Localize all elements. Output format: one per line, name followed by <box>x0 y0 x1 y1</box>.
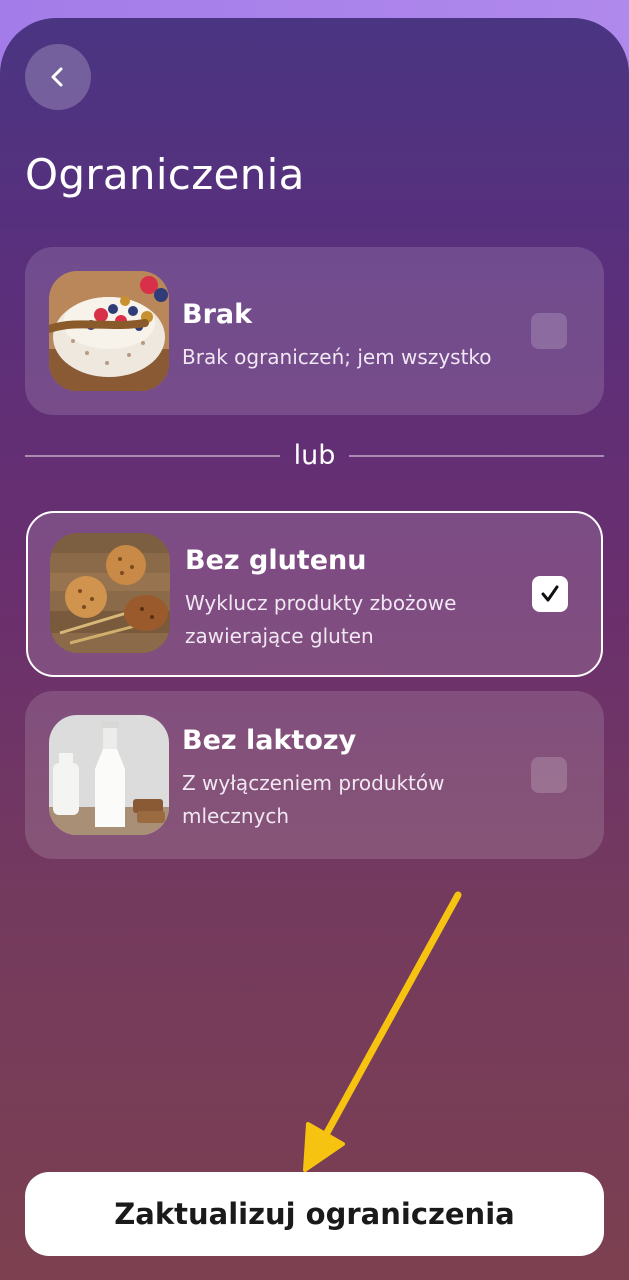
milk-bottles-image <box>49 715 169 835</box>
option-description: Wyklucz produkty zbożowe zawierające glu… <box>185 591 457 648</box>
option-title: Bez glutenu <box>185 545 367 576</box>
cookies-wheat-image <box>50 533 170 653</box>
option-card-gluten-free[interactable]: Bez glutenu Wyklucz produkty zbożowe zaw… <box>26 511 603 677</box>
option-title: Brak <box>182 299 253 330</box>
checkmark-icon <box>541 585 559 602</box>
back-button[interactable] <box>25 44 91 110</box>
or-separator: lub <box>25 436 604 476</box>
page-title: Ograniczenia <box>25 150 305 199</box>
option-checkbox[interactable] <box>531 757 567 793</box>
option-description: Z wyłączeniem produktów mlecznych <box>182 771 445 828</box>
divider-right <box>349 455 604 457</box>
porridge-bowl-image <box>49 271 169 391</box>
option-checkbox[interactable] <box>531 313 567 349</box>
restrictions-screen: Ograniczenia Brak Brak ograniczeń; jem w… <box>0 18 629 1280</box>
option-card-none[interactable]: Brak Brak ograniczeń; jem wszystko <box>25 247 604 415</box>
option-description: Brak ograniczeń; jem wszystko <box>182 345 492 369</box>
chevron-left-icon <box>51 67 63 87</box>
option-card-lactose-free[interactable]: Bez laktozy Z wyłączeniem produktów mlec… <box>25 691 604 859</box>
option-title: Bez laktozy <box>182 725 357 756</box>
option-checkbox[interactable] <box>532 576 568 612</box>
update-restrictions-button[interactable]: Zaktualizuj ograniczenia <box>25 1172 604 1256</box>
